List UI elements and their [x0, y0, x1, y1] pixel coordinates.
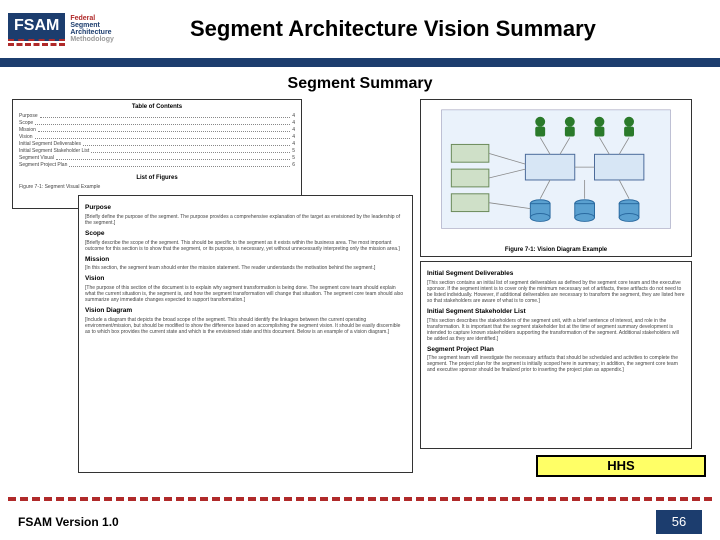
section-heading: Mission	[85, 256, 406, 264]
sub-title: Segment Summary	[0, 75, 720, 93]
body-document-1: Purpose [Briefly define the purpose of th…	[78, 195, 413, 473]
section-text: [In this section, the segment team shoul…	[85, 265, 406, 271]
section-heading: Vision	[85, 275, 406, 283]
section-heading: Scope	[85, 230, 406, 238]
section-text: [The purpose of this section of the docu…	[85, 285, 406, 303]
toc-heading: Table of Contents	[19, 104, 295, 111]
logo-badge: FSAM	[8, 13, 65, 46]
section-heading: Initial Segment Stakeholder List	[427, 308, 685, 316]
toc-row: Initial Segment Stakeholder List5	[19, 148, 295, 155]
section-text: [Briefly define the purpose of the segme…	[85, 214, 406, 226]
figures-item: Figure 7-1: Segment Visual Example	[19, 184, 295, 190]
slide-header: FSAM Federal Segment Architecture Method…	[0, 0, 720, 58]
toc-row: Vision4	[19, 134, 295, 141]
vision-diagram-icon	[421, 100, 691, 256]
section-heading: Purpose	[85, 204, 406, 212]
fsam-logo: FSAM Federal Segment Architecture Method…	[8, 13, 114, 46]
figures-heading: List of Figures	[19, 175, 295, 182]
toc-document: Table of Contents Purpose4Scope4Mission4…	[12, 99, 302, 209]
footer-divider	[8, 497, 712, 501]
section-text: [Briefly describe the scope of the segme…	[85, 240, 406, 252]
section-heading: Initial Segment Deliverables	[427, 270, 685, 278]
hhs-label: HHS	[536, 455, 706, 477]
slide-footer: FSAM Version 1.0 56	[0, 504, 720, 540]
toc-row: Scope4	[19, 120, 295, 127]
vision-diagram-document: Figure 7-1: Vision Diagram Example	[420, 99, 692, 257]
section-heading: Segment Project Plan	[427, 346, 685, 354]
page-number: 56	[656, 510, 702, 534]
section-text: [This section contains an initial list o…	[427, 280, 685, 304]
section-heading: Vision Diagram	[85, 307, 406, 315]
section-text: [This section describes the stakeholders…	[427, 318, 685, 342]
section-text: [Include a diagram that depicts the broa…	[85, 317, 406, 335]
logo-text: Federal Segment Architecture Methodology	[70, 15, 114, 43]
header-divider	[0, 58, 720, 67]
toc-row: Mission4	[19, 127, 295, 134]
footer-version: FSAM Version 1.0	[18, 515, 119, 529]
toc-row: Segment Project Plan6	[19, 162, 295, 169]
toc-row: Purpose4	[19, 113, 295, 120]
body-document-2: Initial Segment Deliverables [This sectio…	[420, 261, 692, 449]
toc-row: Segment Visual5	[19, 155, 295, 162]
content-area: Table of Contents Purpose4Scope4Mission4…	[0, 99, 720, 479]
page-title: Segment Architecture Vision Summary	[114, 16, 712, 42]
toc-row: Initial Segment Deliverables4	[19, 141, 295, 148]
section-text: [The segment team will investigate the n…	[427, 355, 685, 373]
